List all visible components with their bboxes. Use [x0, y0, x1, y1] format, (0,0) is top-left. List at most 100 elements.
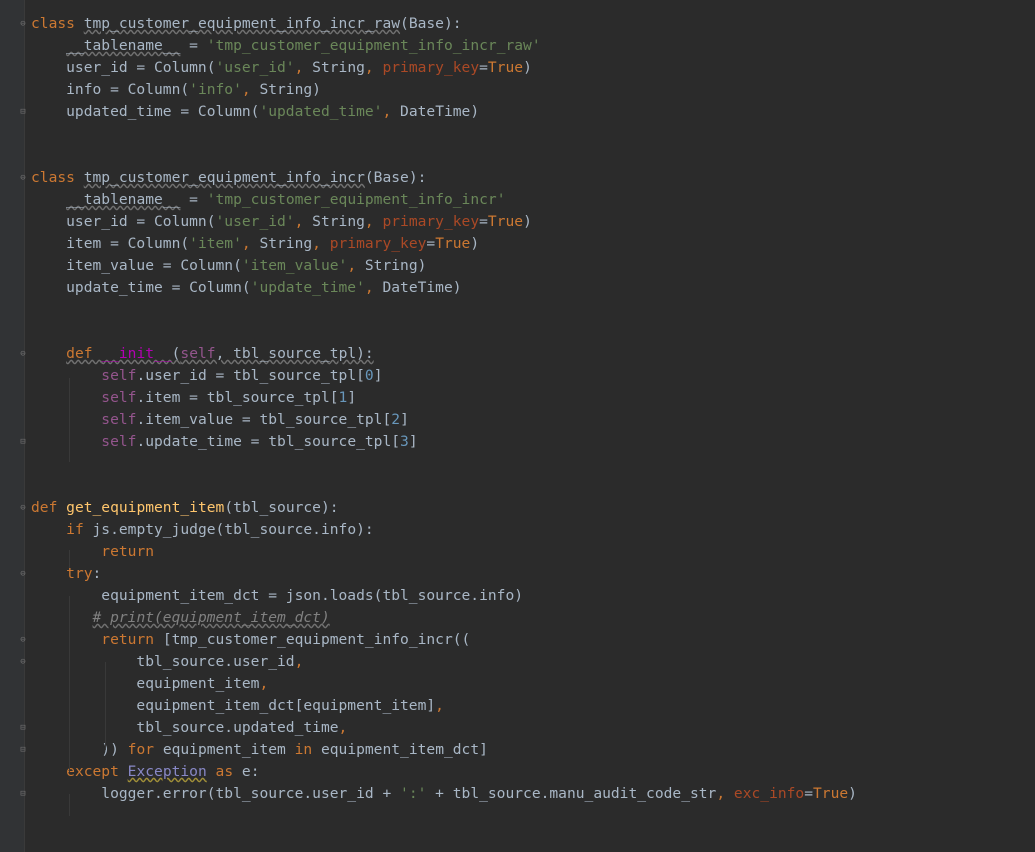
code-line[interactable]: updated_time = Column('updated_time', Da…: [31, 101, 479, 123]
code-token: True: [487, 59, 524, 76]
code-token: primary_key: [382, 213, 480, 230]
code-token: ): [523, 59, 532, 76]
code-token: ,: [294, 653, 304, 670]
code-token: primary_key: [382, 59, 480, 76]
code-line[interactable]: return [tmp_customer_equipment_info_incr…: [31, 629, 470, 651]
code-token: [tmp_customer_equipment_info_incr((: [162, 631, 471, 648]
code-line[interactable]: equipment_item,: [31, 673, 268, 695]
code-token: , tbl_source_tpl):: [215, 345, 374, 362]
code-line[interactable]: return: [31, 541, 154, 563]
code-token: .update_time = tbl_source_tpl[: [136, 433, 401, 450]
fold-close-icon[interactable]: ⊟: [19, 438, 27, 447]
code-token: def: [31, 499, 67, 516]
code-token: 'update_time': [250, 279, 365, 296]
code-token: ':': [400, 785, 427, 802]
code-token: tbl_source.user_id: [31, 653, 295, 670]
code-line[interactable]: )) for equipment_item in equipment_item_…: [31, 739, 488, 761]
code-line[interactable]: # print(equipment_item_dct): [31, 607, 330, 629]
code-token: user_id = Column(: [31, 213, 216, 230]
code-token: except: [66, 763, 128, 780]
code-line[interactable]: equipment_item_dct[equipment_item],: [31, 695, 444, 717]
fold-close-icon[interactable]: ⊟: [19, 746, 27, 755]
code-line[interactable]: try:: [31, 563, 101, 585]
code-line[interactable]: user_id = Column('user_id', String, prim…: [31, 211, 532, 233]
fold-close-icon[interactable]: ⊟: [19, 724, 27, 733]
code-token: js.empty_judge(tbl_source.info):: [92, 521, 374, 538]
code-token: primary_key: [329, 235, 427, 252]
code-token: return: [101, 543, 155, 560]
code-token: String): [364, 257, 427, 274]
code-line[interactable]: def __init__(self, tbl_source_tpl):: [31, 343, 374, 365]
code-token: self: [101, 411, 137, 428]
code-token: =: [180, 37, 207, 54]
code-token: 'info': [189, 81, 242, 98]
code-token: self: [180, 345, 216, 362]
code-line[interactable]: __tablename__ = 'tmp_customer_equipment_…: [31, 189, 505, 211]
code-token: self: [101, 389, 137, 406]
code-line[interactable]: self.user_id = tbl_source_tpl[0]: [31, 365, 382, 387]
code-token: update_time = Column(: [31, 279, 251, 296]
code-line[interactable]: class tmp_customer_equipment_info_incr_r…: [31, 13, 462, 35]
code-line[interactable]: item_value = Column('item_value', String…: [31, 255, 426, 277]
code-token: =: [180, 191, 207, 208]
code-token: :: [92, 565, 102, 582]
code-line[interactable]: class tmp_customer_equipment_info_incr(B…: [31, 167, 426, 189]
fold-open-icon[interactable]: ⊖: [19, 20, 27, 29]
code-line[interactable]: update_time = Column('update_time', Date…: [31, 277, 461, 299]
code-token: exc_info: [733, 785, 805, 802]
code-token: =: [479, 59, 488, 76]
code-line[interactable]: if js.empty_judge(tbl_source.info):: [31, 519, 374, 541]
code-token: .item_value = tbl_source_tpl[: [136, 411, 392, 428]
code-line[interactable]: except Exception as e:: [31, 761, 259, 783]
code-token: return: [101, 631, 163, 648]
code-line[interactable]: logger.error(tbl_source.user_id + ':' + …: [31, 783, 857, 805]
code-line[interactable]: user_id = Column('user_id', String, prim…: [31, 57, 532, 79]
code-line[interactable]: info = Column('info', String): [31, 79, 321, 101]
code-token: __init__: [101, 345, 172, 362]
code-line[interactable]: tbl_source.updated_time,: [31, 717, 347, 739]
code-token: ): [470, 235, 480, 252]
code-line[interactable]: self.item = tbl_source_tpl[1]: [31, 387, 356, 409]
fold-close-icon[interactable]: ⊟: [19, 790, 27, 799]
code-token: =: [804, 785, 814, 802]
code-token: e:: [241, 763, 260, 780]
code-token: ): [523, 213, 532, 230]
code-token: get_equipment_item: [66, 499, 225, 516]
fold-open-icon[interactable]: ⊖: [19, 636, 27, 645]
code-token: ,: [338, 719, 348, 736]
code-line[interactable]: tbl_source.user_id,: [31, 651, 303, 673]
fold-close-icon[interactable]: ⊟: [19, 108, 27, 117]
code-line[interactable]: item = Column('item', String, primary_ke…: [31, 233, 479, 255]
code-line[interactable]: __tablename__ = 'tmp_customer_equipment_…: [31, 35, 540, 57]
code-line[interactable]: equipment_item_dct = json.loads(tbl_sour…: [31, 585, 523, 607]
code-token: ): [848, 785, 857, 802]
code-token: ]: [400, 411, 409, 428]
code-token: # print(equipment_item_dct): [92, 609, 330, 626]
code-token: True: [435, 235, 471, 252]
code-token: self: [101, 367, 137, 384]
code-line[interactable]: self.update_time = tbl_source_tpl[3]: [31, 431, 417, 453]
code-editor[interactable]: class tmp_customer_equipment_info_incr_r…: [0, 0, 1035, 852]
fold-open-icon[interactable]: ⊖: [19, 570, 27, 579]
fold-open-icon[interactable]: ⊖: [19, 174, 27, 183]
code-token: equipment_item_dct = json.loads(tbl_sour…: [31, 587, 524, 604]
code-token: updated_time = Column(: [31, 103, 260, 120]
code-token: True: [487, 213, 524, 230]
code-token: for: [127, 741, 163, 758]
code-token: class: [31, 169, 84, 186]
code-line[interactable]: self.item_value = tbl_source_tpl[2]: [31, 409, 409, 431]
code-token: ,: [364, 279, 383, 296]
code-token: DateTime): [400, 103, 480, 120]
code-line[interactable]: def get_equipment_item(tbl_source):: [31, 497, 339, 519]
fold-open-icon[interactable]: ⊖: [19, 658, 27, 667]
code-token: class: [31, 15, 84, 32]
code-token: String): [259, 81, 321, 98]
fold-open-icon[interactable]: ⊖: [19, 350, 27, 359]
indent-guide: [105, 662, 106, 750]
fold-open-icon[interactable]: ⊖: [19, 504, 27, 513]
code-token: ,: [435, 697, 444, 714]
